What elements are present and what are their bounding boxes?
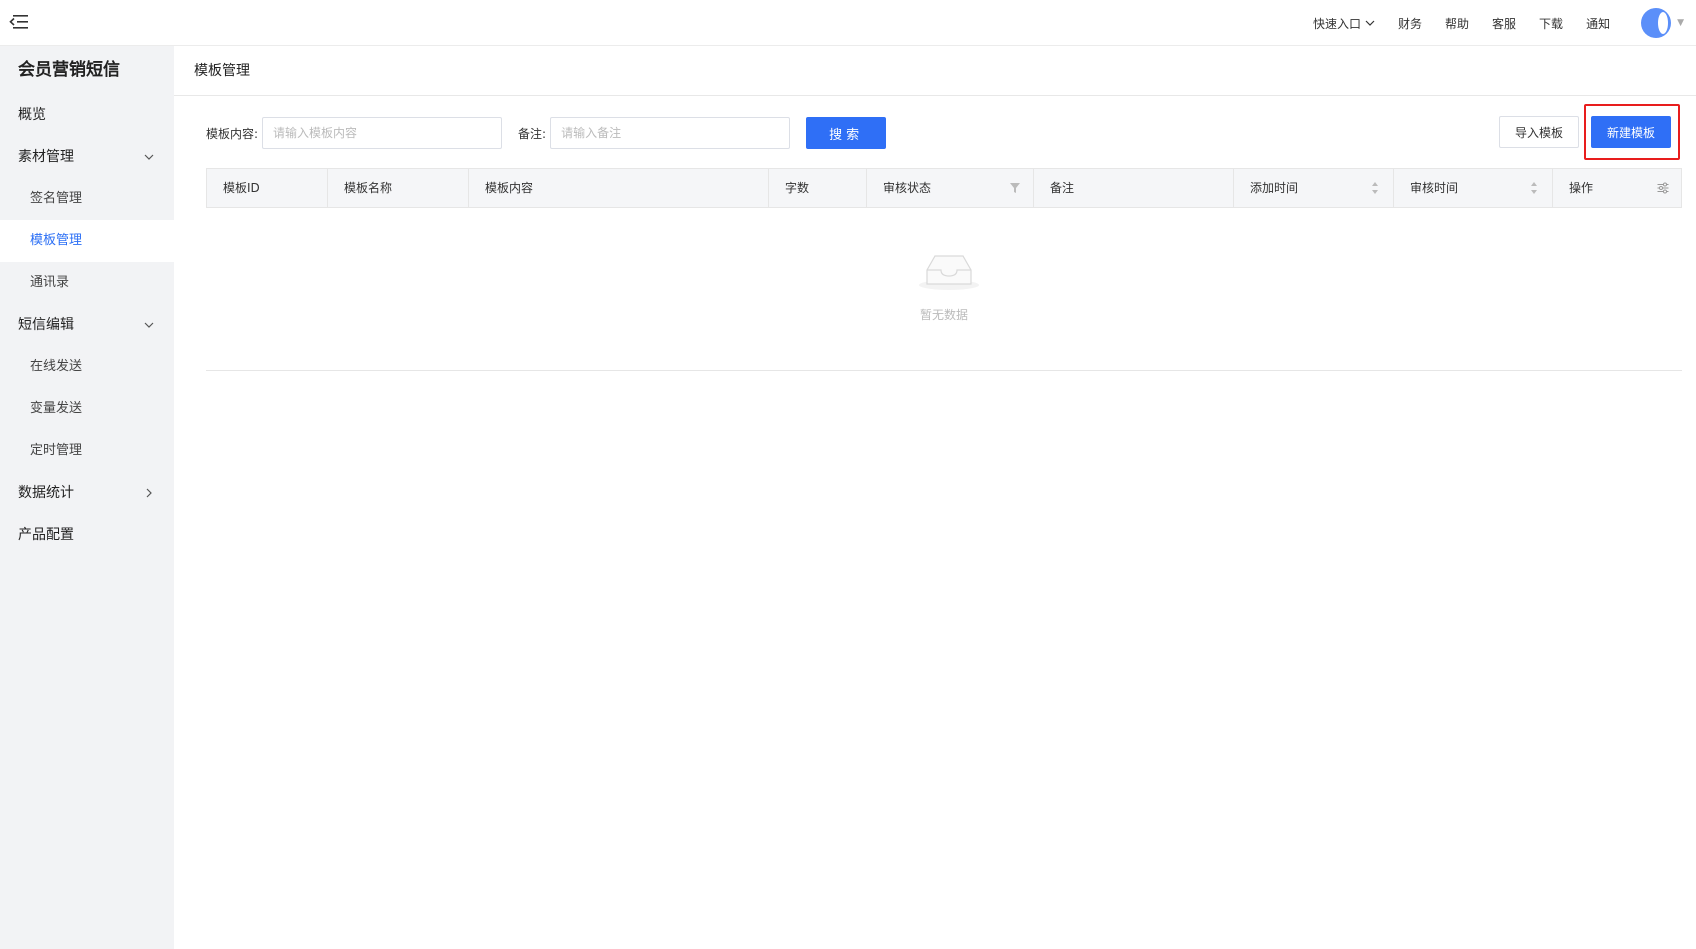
sidebar-item-overview[interactable]: 概览 — [0, 94, 174, 136]
customer-service-link[interactable]: 客服 — [1492, 15, 1516, 32]
sidebar-group-label: 数据统计 — [18, 485, 74, 501]
column-review-time[interactable]: 审核时间 — [1394, 169, 1553, 207]
sidebar-item-product-config[interactable]: 产品配置 — [0, 514, 174, 556]
user-menu[interactable]: ▼ — [1641, 8, 1684, 38]
remark-filter-label: 备注: — [518, 126, 547, 141]
content-filter-label: 模板内容: — [206, 126, 259, 141]
finance-link[interactable]: 财务 — [1398, 15, 1422, 32]
caret-down-icon: ▼ — [1677, 18, 1684, 28]
sidebar-group-label: 素材管理 — [18, 149, 74, 165]
empty-state: 暂无数据 — [206, 208, 1682, 371]
filter-icon[interactable] — [1009, 182, 1021, 194]
sidebar-item-online-send[interactable]: 在线发送 — [0, 346, 174, 388]
template-content-input[interactable] — [262, 117, 503, 149]
sidebar-item-contacts[interactable]: 通讯录 — [0, 262, 174, 304]
chevron-right-icon — [146, 488, 152, 498]
sidebar-item-template[interactable]: 模板管理 — [0, 220, 174, 262]
quick-entry-label: 快速入口 — [1312, 16, 1361, 31]
menu-fold-icon[interactable] — [8, 12, 30, 32]
column-label: 操作 — [1569, 181, 1594, 195]
column-settings-icon[interactable] — [1657, 182, 1669, 194]
sidebar-group-stats[interactable]: 数据统计 — [0, 472, 174, 514]
highlight-box: 新建模板 — [1584, 104, 1680, 160]
help-link[interactable]: 帮助 — [1445, 15, 1469, 32]
sidebar-item-variable-send[interactable]: 变量发送 — [0, 388, 174, 430]
template-table: 模板ID 模板名称 模板内容 字数 审核状态 备注 添加时间 审核时间 操作 暂… — [206, 168, 1682, 371]
avatar[interactable] — [1641, 8, 1672, 38]
table-header: 模板ID 模板名称 模板内容 字数 审核状态 备注 添加时间 审核时间 操作 — [206, 168, 1682, 208]
top-nav: 快速入口 财务 帮助 客服 下载 通知 ▼ — [1313, 0, 1696, 46]
column-word-count: 字数 — [769, 169, 867, 207]
sidebar-group-sms-edit[interactable]: 短信编辑 — [0, 304, 174, 346]
import-template-button[interactable]: 导入模板 — [1499, 116, 1579, 148]
sidebar-title: 会员营销短信 — [18, 60, 120, 80]
new-template-button[interactable]: 新建模板 — [1591, 116, 1671, 148]
column-review-status[interactable]: 审核状态 — [867, 169, 1034, 207]
sidebar: 会员营销短信 概览 素材管理 签名管理 模板管理 通讯录 短信编辑 在线发送 变… — [0, 46, 174, 949]
column-template-content: 模板内容 — [469, 169, 769, 207]
chevron-down-icon — [144, 322, 154, 328]
column-label: 审核时间 — [1410, 181, 1459, 195]
sort-icon[interactable] — [1371, 180, 1379, 196]
main-content: 模板管理 模板内容: 备注: 搜索 导入模板 新建模板 模板ID 模板名称 模板… — [174, 46, 1696, 949]
top-bar: 快速入口 财务 帮助 客服 下载 通知 ▼ — [0, 0, 1696, 46]
chevron-down-icon — [144, 154, 154, 160]
chevron-down-icon — [1365, 20, 1375, 26]
filter-bar: 模板内容: 备注: 搜索 导入模板 新建模板 — [206, 104, 1680, 160]
column-label: 添加时间 — [1250, 181, 1299, 195]
remark-input[interactable] — [550, 117, 791, 149]
sidebar-item-signature[interactable]: 签名管理 — [0, 178, 174, 220]
column-label: 审核状态 — [883, 181, 932, 195]
column-actions: 操作 — [1553, 169, 1681, 207]
column-added-time[interactable]: 添加时间 — [1234, 169, 1394, 207]
search-button[interactable]: 搜索 — [806, 117, 887, 149]
notification-link[interactable]: 通知 — [1586, 15, 1610, 32]
empty-inbox-icon — [919, 255, 979, 290]
column-template-id: 模板ID — [207, 169, 328, 207]
quick-entry-link[interactable]: 快速入口 — [1313, 15, 1375, 32]
page-title: 模板管理 — [174, 46, 1696, 96]
empty-text: 暂无数据 — [919, 308, 968, 322]
download-link[interactable]: 下载 — [1539, 15, 1563, 32]
sidebar-group-label: 短信编辑 — [18, 317, 74, 333]
column-remark: 备注 — [1034, 169, 1234, 207]
column-template-name: 模板名称 — [328, 169, 469, 207]
sidebar-item-scheduled[interactable]: 定时管理 — [0, 430, 174, 472]
sort-icon[interactable] — [1530, 180, 1538, 196]
sidebar-group-material[interactable]: 素材管理 — [0, 136, 174, 178]
